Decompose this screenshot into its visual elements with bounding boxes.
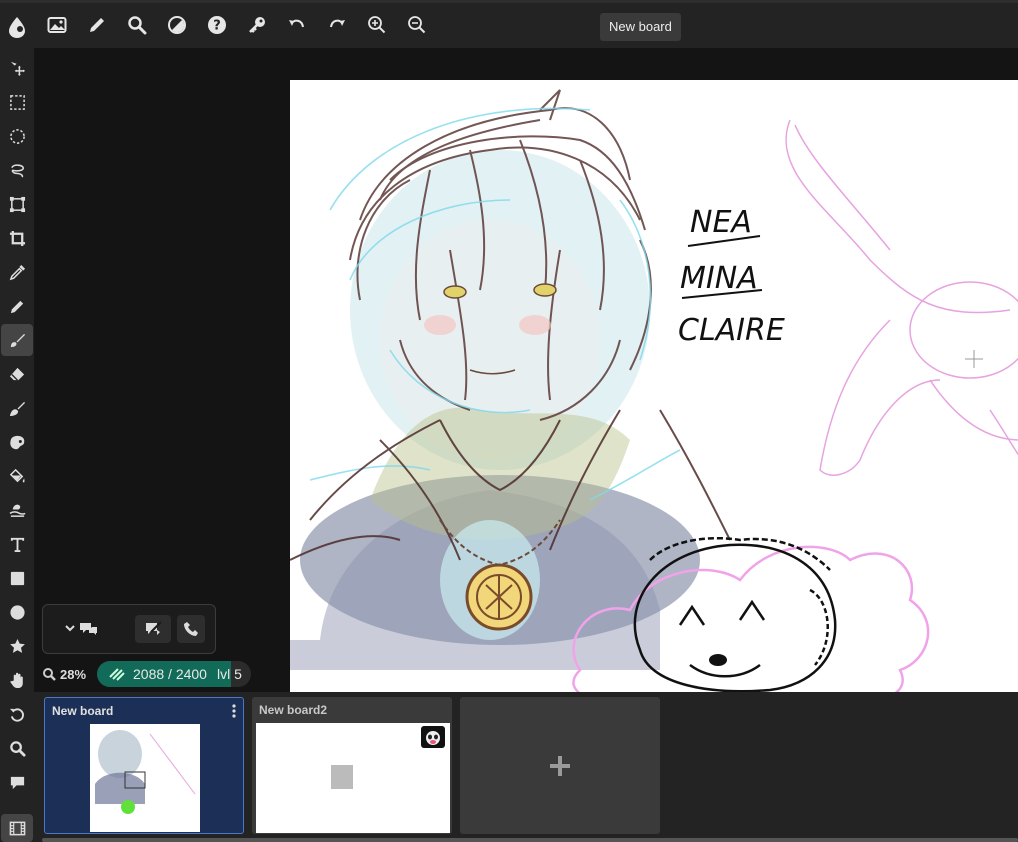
- user-avatar: [421, 726, 445, 748]
- rotate-icon[interactable]: [1, 698, 33, 730]
- boards-scrollbar[interactable]: [42, 838, 1018, 842]
- key-icon[interactable]: [241, 9, 273, 41]
- top-toolbar: ? New board: [0, 0, 1018, 48]
- chat-bubble-button[interactable]: [135, 615, 171, 643]
- smudge-icon[interactable]: [1, 392, 33, 424]
- add-board-button[interactable]: [460, 697, 660, 834]
- canvas-viewport[interactable]: NEA MINA CLAIRE: [34, 48, 1018, 692]
- lasso-icon[interactable]: [1, 154, 33, 186]
- transform-icon[interactable]: [1, 188, 33, 220]
- collab-panel: [42, 604, 216, 654]
- board-card-active[interactable]: New board: [44, 697, 244, 834]
- eraser-icon[interactable]: [1, 358, 33, 390]
- progress-count: 2088 / 2400: [133, 666, 207, 682]
- image-icon[interactable]: [41, 9, 73, 41]
- crop-icon[interactable]: [1, 222, 33, 254]
- left-toolbar: [0, 48, 34, 842]
- plus-icon: [550, 755, 570, 776]
- zoom-indicator[interactable]: 28%: [42, 661, 86, 687]
- search-icon[interactable]: [121, 9, 153, 41]
- zoom-in-icon[interactable]: [361, 9, 393, 41]
- board-thumbnail: [90, 724, 200, 832]
- rect-select-icon[interactable]: [1, 86, 33, 118]
- board-thumbnail: [256, 723, 450, 833]
- app-window: ? New board NEA MINA CLAIRE 28% 2088 / 2…: [0, 0, 1018, 842]
- zoom-level: 28%: [60, 666, 87, 682]
- canvas-text-claire: CLAIRE: [678, 313, 785, 348]
- help-icon[interactable]: ?: [201, 9, 233, 41]
- move-tool-icon[interactable]: [1, 52, 33, 84]
- fill-bucket-icon[interactable]: [1, 460, 33, 492]
- app-logo-icon[interactable]: [0, 3, 34, 51]
- zoom-out-icon[interactable]: [401, 9, 433, 41]
- star-tool-icon[interactable]: [1, 630, 33, 662]
- brush-icon[interactable]: [1, 324, 33, 356]
- chat-toggle-button[interactable]: [59, 615, 103, 643]
- zoom-tool-icon[interactable]: [1, 732, 33, 764]
- film-icon[interactable]: [1, 814, 33, 842]
- contrast-icon[interactable]: [161, 9, 193, 41]
- drawing-canvas[interactable]: NEA MINA CLAIRE: [290, 80, 1018, 692]
- brush-strokes-icon: [109, 668, 125, 681]
- board-name: New board2: [259, 703, 328, 717]
- zoom-magnifier-icon: [43, 668, 56, 681]
- redo-icon[interactable]: [321, 9, 353, 41]
- thumbnail-image: [331, 765, 353, 789]
- eyedropper-icon[interactable]: [1, 256, 33, 288]
- pencil-icon[interactable]: [81, 9, 113, 41]
- ellipse-tool-icon[interactable]: [1, 596, 33, 628]
- stroke-progress-pill: 2088 / 2400 lvl 5: [97, 661, 251, 687]
- pencil-tool-icon[interactable]: [1, 290, 33, 322]
- board-name: New board: [52, 704, 114, 718]
- svg-text:?: ?: [213, 19, 221, 34]
- rectangle-tool-icon[interactable]: [1, 562, 33, 594]
- undo-icon[interactable]: [281, 9, 313, 41]
- text-tool-icon[interactable]: [1, 528, 33, 560]
- stamp-icon[interactable]: [1, 494, 33, 526]
- phone-call-button[interactable]: [177, 615, 205, 643]
- ellipse-select-icon[interactable]: [1, 120, 33, 152]
- level-label: lvl 5: [216, 666, 242, 682]
- comment-icon[interactable]: [1, 766, 33, 798]
- board-title[interactable]: New board: [600, 13, 681, 41]
- board-card[interactable]: New board2: [252, 697, 452, 834]
- hand-icon[interactable]: [1, 664, 33, 696]
- canvas-text-nea: NEA: [690, 205, 752, 240]
- board-menu-icon[interactable]: [231, 704, 237, 718]
- boards-strip: New board New board2: [34, 692, 1018, 842]
- blob-icon[interactable]: [1, 426, 33, 458]
